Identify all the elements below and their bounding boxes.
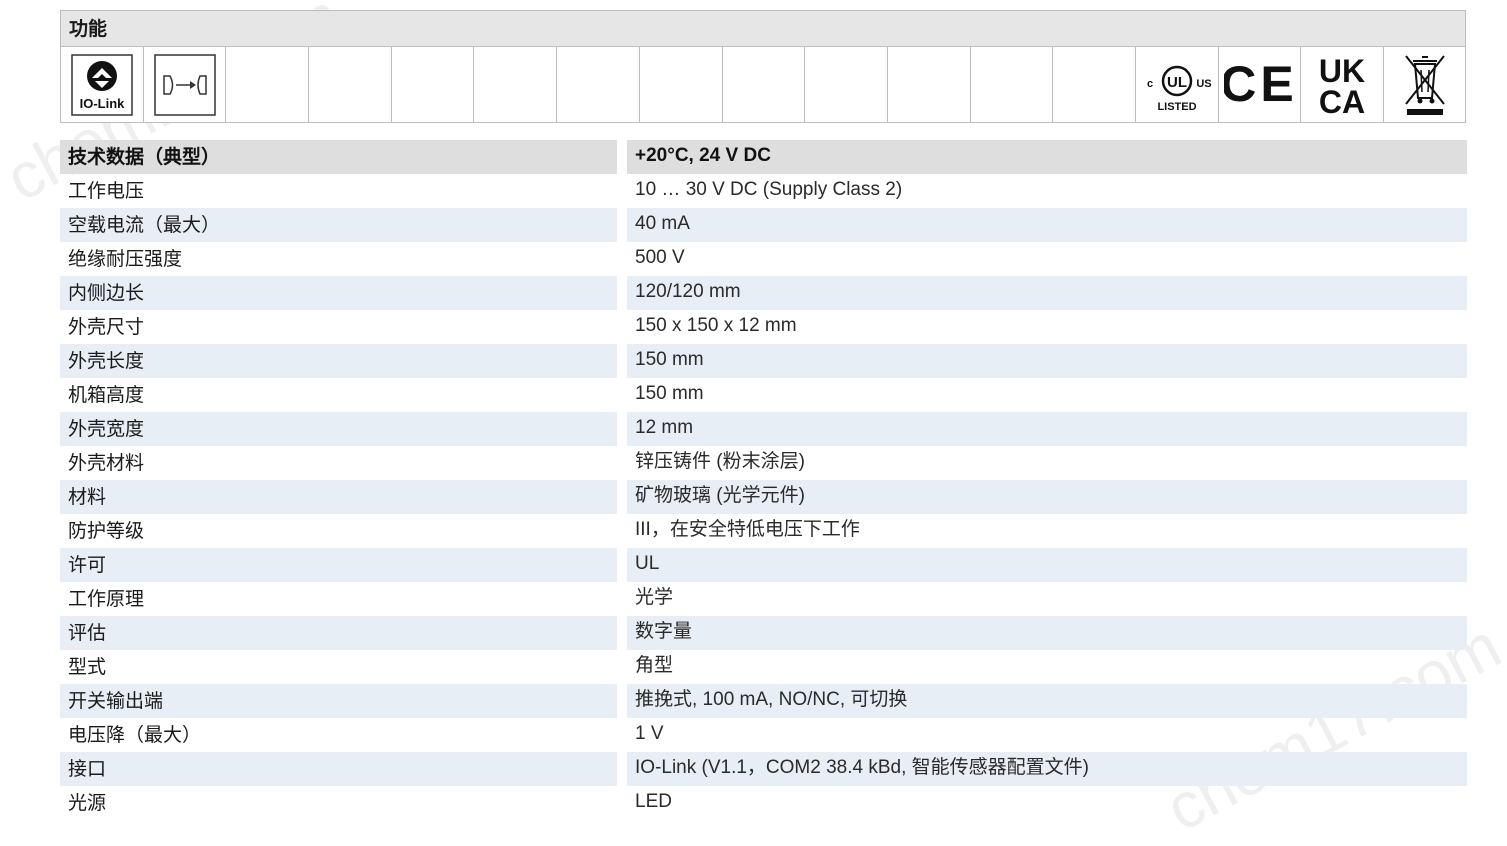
function-cell-weee [1384, 47, 1467, 123]
spec-value: 推挽式, 100 mA, NO/NC, 可切换 [627, 684, 1467, 718]
light-barrier-icon [153, 54, 216, 116]
spec-value: 1 V [635, 723, 664, 744]
table-row: 电压降（最大） 1 V [60, 718, 1467, 752]
function-cell-empty [474, 47, 558, 123]
spec-label: 型式 [68, 656, 107, 678]
spec-value: 10 … 30 V DC (Supply Class 2) [635, 179, 903, 200]
spec-label: 外壳材料 [68, 452, 145, 474]
spec-value: 矿物玻璃 (光学元件) [627, 480, 1467, 514]
table-row: 材料 矿物玻璃 (光学元件) [60, 480, 1467, 514]
spec-value: 150 mm [627, 344, 1467, 378]
function-cell-empty [888, 47, 971, 123]
spec-header-value: +20°C, 24 V DC [627, 140, 1467, 174]
spec-value: 40 mA [627, 208, 1467, 242]
spec-label: 许可 [60, 548, 617, 582]
table-row: 外壳宽度 12 mm [60, 412, 1467, 446]
spec-value: III，在安全特低电压下工作 [635, 519, 860, 540]
table-row: 开关输出端 推挽式, 100 mA, NO/NC, 可切换 [60, 684, 1467, 718]
table-row: 内侧边长 120/120 mm [60, 276, 1467, 310]
spec-label: 外壳尺寸 [68, 316, 145, 338]
spec-label: 绝缘耐压强度 [68, 248, 183, 270]
spec-value: UL [627, 548, 1467, 582]
function-cell-empty [392, 47, 475, 123]
svg-text:c: c [1147, 78, 1153, 90]
spec-label: 防护等级 [68, 520, 145, 542]
ul-listed-icon: UL c US LISTED [1147, 65, 1211, 113]
function-cell-ukca: UK CA [1301, 47, 1384, 123]
weee-bin-icon [1405, 55, 1446, 115]
spec-value: 120/120 mm [627, 276, 1467, 310]
spec-value: 锌压铸件 (粉末涂层) [635, 451, 805, 472]
function-cell-empty [557, 47, 640, 123]
io-link-icon: IO-Link [71, 54, 133, 116]
spec-label: 电压降（最大） [68, 724, 202, 746]
spec-label: 内侧边长 [60, 276, 617, 310]
spec-label: 工作原理 [68, 588, 145, 610]
svg-text:CA: CA [1319, 84, 1365, 117]
spec-label: 空载电流（最大） [60, 208, 617, 242]
functions-panel: 功能 IO-Link UL c US LISTED CE UK CA [60, 10, 1466, 123]
function-cell-empty [971, 47, 1054, 123]
table-row: 许可 UL [60, 548, 1467, 582]
function-cell-empty [723, 47, 806, 123]
spec-label: 开关输出端 [60, 684, 617, 718]
spec-value: 150 mm [635, 383, 704, 404]
spec-value: 数字量 [627, 616, 1467, 650]
spec-label: 外壳长度 [60, 344, 617, 378]
table-row: 机箱高度 150 mm [60, 378, 1467, 412]
function-cell-empty [309, 47, 392, 123]
spec-value: 12 mm [627, 412, 1467, 446]
function-cell-sensor [144, 47, 227, 123]
svg-text:UL: UL [1167, 74, 1187, 91]
spec-label: 机箱高度 [68, 384, 145, 406]
function-cell-ce: CE [1219, 47, 1302, 123]
svg-text:LISTED: LISTED [1157, 101, 1196, 113]
table-row: 空载电流（最大） 40 mA [60, 208, 1467, 242]
table-row: 外壳长度 150 mm [60, 344, 1467, 378]
spec-label: 材料 [60, 480, 617, 514]
functions-title: 功能 [61, 11, 1465, 47]
table-row: 工作电压 10 … 30 V DC (Supply Class 2) [60, 174, 1467, 208]
ce-mark-icon: CE [1224, 56, 1294, 112]
ukca-mark-icon: UK CA [1319, 53, 1365, 117]
table-row: 工作原理 光学 [60, 582, 1467, 616]
function-cell-empty [226, 47, 310, 123]
svg-text:IO-Link: IO-Link [79, 96, 125, 111]
function-cell-empty [1053, 47, 1136, 123]
spec-value: 角型 [635, 655, 674, 676]
spec-label: 接口 [60, 752, 617, 786]
spec-label: 工作电压 [68, 180, 145, 202]
table-row: 外壳材料 锌压铸件 (粉末涂层) [60, 446, 1467, 480]
table-row: 防护等级 III，在安全特低电压下工作 [60, 514, 1467, 548]
function-cell-io-link: IO-Link [61, 47, 144, 123]
spec-header-label: 技术数据（典型） [60, 140, 617, 174]
spec-table-header: 技术数据（典型） +20°C, 24 V DC [60, 140, 1467, 174]
spec-value: 光学 [635, 587, 674, 608]
spec-table: 技术数据（典型） +20°C, 24 V DC 工作电压 10 … 30 V D… [60, 140, 1467, 820]
function-cell-ul: UL c US LISTED [1136, 47, 1219, 123]
table-row: 评估 数字量 [60, 616, 1467, 650]
table-row: 型式 角型 [60, 650, 1467, 684]
spec-label: 外壳宽度 [60, 412, 617, 446]
svg-text:US: US [1196, 78, 1211, 90]
table-row: 外壳尺寸 150 x 150 x 12 mm [60, 310, 1467, 344]
table-row: 绝缘耐压强度 500 V [60, 242, 1467, 276]
spec-label: 评估 [60, 616, 617, 650]
spec-value: 500 V [635, 247, 685, 268]
function-cell-empty [805, 47, 888, 123]
svg-text:CE: CE [1224, 56, 1294, 112]
spec-value: 150 x 150 x 12 mm [635, 315, 797, 336]
function-cell-empty [640, 47, 723, 123]
table-row: 接口 IO-Link (V1.1，COM2 38.4 kBd, 智能传感器配置文… [60, 752, 1467, 786]
spec-value: IO-Link (V1.1，COM2 38.4 kBd, 智能传感器配置文件) [627, 752, 1467, 786]
